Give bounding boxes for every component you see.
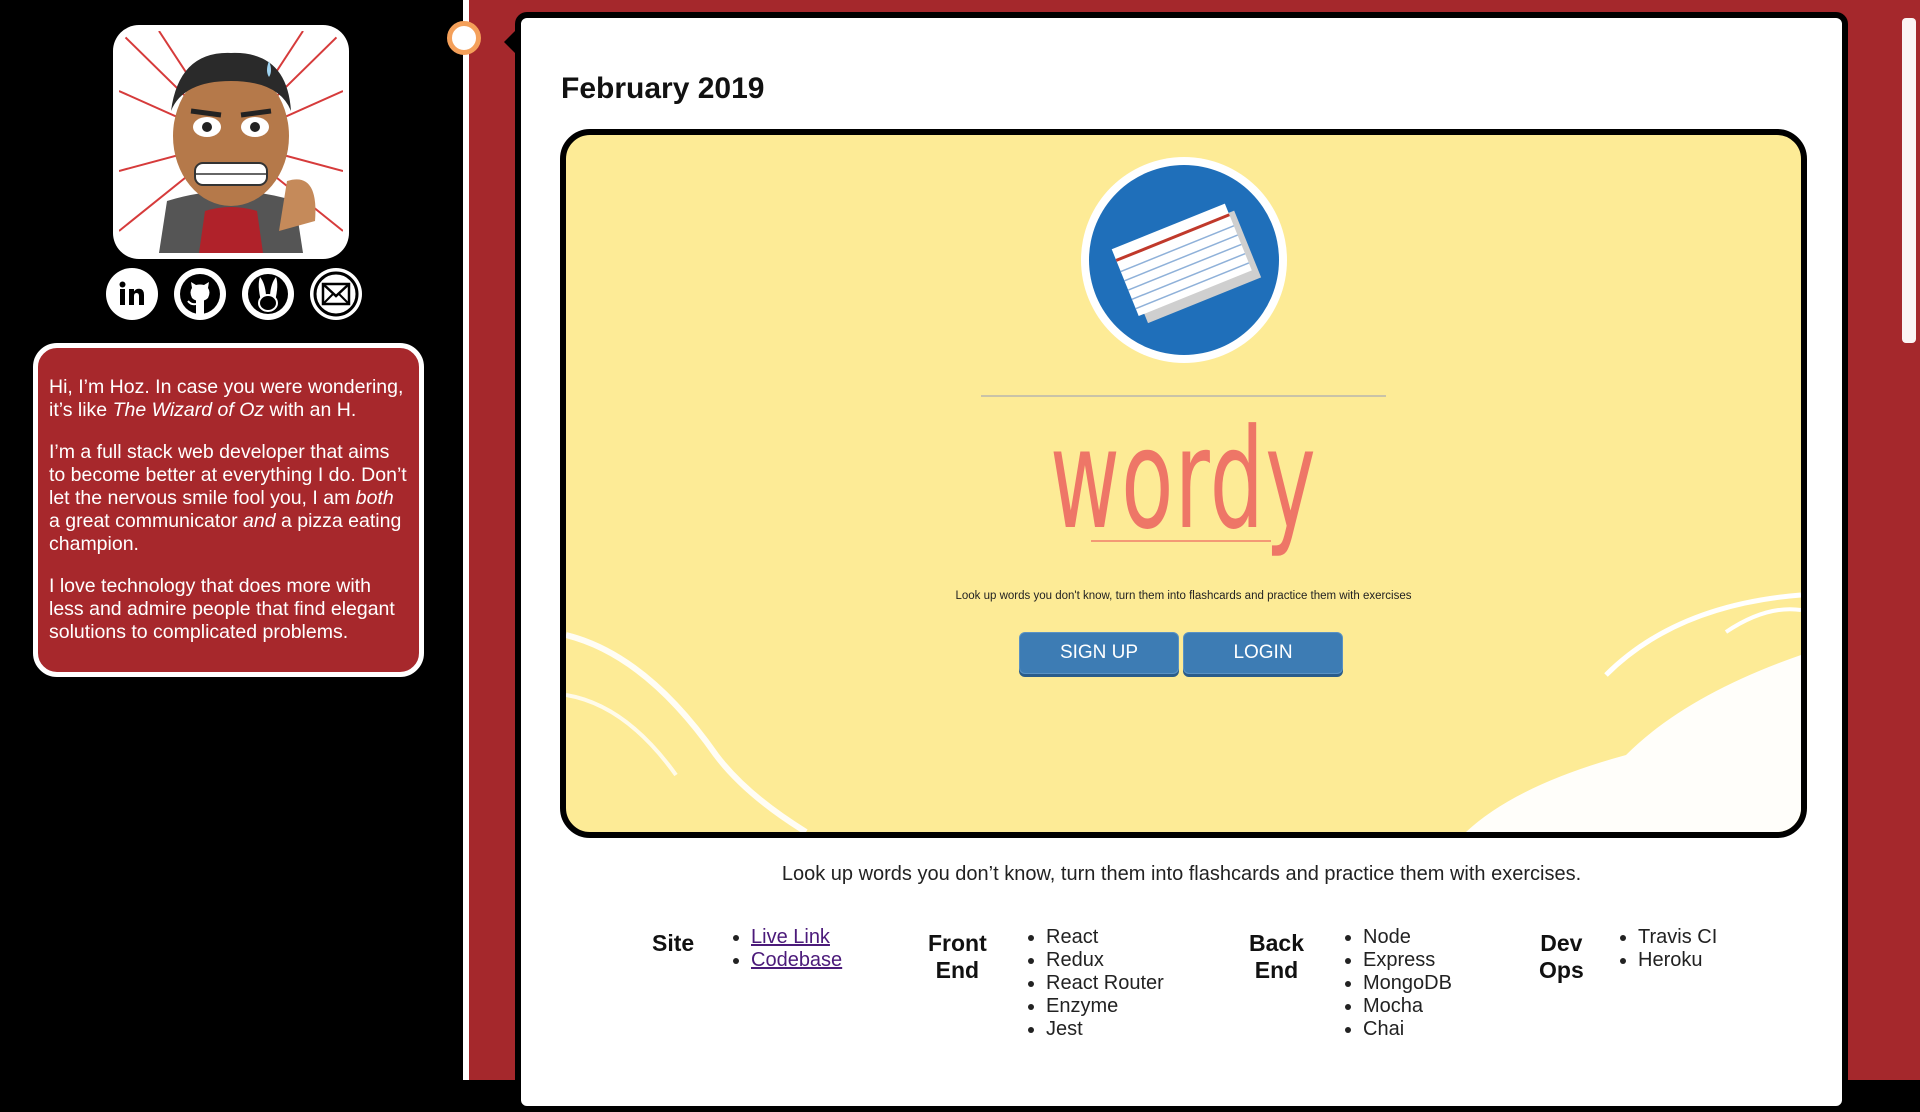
list-item: Heroku — [1638, 949, 1717, 972]
bio-emphasis: The Wizard of Oz — [112, 399, 265, 421]
project-description: Look up words you don’t know, turn them … — [781, 863, 1582, 885]
list-item: Node — [1363, 926, 1452, 949]
linkedin-icon — [119, 281, 144, 305]
project-date-title: February 2019 — [561, 72, 765, 105]
list-item: React Router — [1046, 972, 1164, 995]
site-heading: Site — [652, 930, 695, 956]
wordy-wordmark: wordy — [1049, 399, 1318, 560]
login-button[interactable]: LOGIN — [1183, 632, 1343, 674]
bunny-link[interactable] — [242, 268, 294, 320]
github-icon — [180, 274, 220, 314]
heading-line: End — [1254, 957, 1299, 983]
heading-line: Ops — [1539, 957, 1584, 983]
dev-ops-list: Travis CI Heroku — [1617, 926, 1717, 972]
scrollbar-thumb[interactable] — [1902, 18, 1916, 343]
bio-emphasis: and — [243, 510, 276, 532]
list-item: Live Link — [751, 926, 842, 949]
heading-line: Front — [928, 930, 987, 956]
linkedin-link[interactable] — [106, 268, 158, 320]
timeline-line — [463, 0, 469, 1080]
wordy-logo — [1081, 157, 1287, 363]
project-card: February 2019 wordy Look up words you do… — [515, 12, 1848, 1112]
list-item: Mocha — [1363, 995, 1452, 1018]
site-list: Live Link Codebase — [730, 926, 842, 972]
email-link[interactable] — [310, 268, 362, 320]
wordmark-underline — [1091, 540, 1271, 542]
mail-icon — [313, 271, 359, 317]
bio-paragraph-3: I love technology that does more with le… — [49, 575, 395, 643]
list-item: Travis CI — [1638, 926, 1717, 949]
list-item: Enzyme — [1046, 995, 1164, 1018]
github-link[interactable] — [174, 268, 226, 320]
heading-line: End — [935, 957, 980, 983]
live-link[interactable]: Live Link — [751, 926, 830, 948]
list-item: Express — [1363, 949, 1452, 972]
front-end-heading: Front End — [928, 930, 987, 984]
bio-paragraph-2: I’m a full stack web developer that aims… — [49, 441, 408, 556]
flashcard-icon — [1089, 165, 1279, 355]
heading-line: Back — [1249, 930, 1304, 956]
back-end-heading: Back End — [1249, 930, 1304, 984]
heading-line: Dev — [1540, 930, 1583, 956]
bio-emphasis: both — [355, 487, 394, 509]
list-item: MongoDB — [1363, 972, 1452, 995]
list-item: Chai — [1363, 1018, 1452, 1041]
list-item: React — [1046, 926, 1164, 949]
bio-paragraph-1: Hi, I’m Hoz. In case you were wondering,… — [49, 376, 408, 422]
list-item: Jest — [1046, 1018, 1164, 1041]
bio-text: a great communicator — [49, 510, 244, 532]
dev-ops-heading: Dev Ops — [1539, 930, 1584, 984]
bio-text: with an H. — [264, 399, 357, 421]
codebase-link[interactable]: Codebase — [751, 949, 842, 971]
bio-text: I’m a full stack web developer that aims… — [49, 441, 407, 509]
signup-button[interactable]: SIGN UP — [1019, 632, 1179, 674]
front-end-list: React Redux React Router Enzyme Jest — [1025, 926, 1164, 1041]
avatar-illustration — [119, 31, 343, 253]
sidebar: Hi, I’m Hoz. In case you were wondering,… — [0, 0, 463, 1080]
back-end-list: Node Express MongoDB Mocha Chai — [1342, 926, 1452, 1041]
bio-box: Hi, I’m Hoz. In case you were wondering,… — [33, 343, 424, 677]
bunny-icon — [248, 274, 288, 314]
project-screenshot[interactable]: wordy Look up words you don't know, turn… — [560, 129, 1807, 838]
preview-tagline: Look up words you don't know, turn them … — [955, 590, 1412, 602]
list-item: Redux — [1046, 949, 1164, 972]
avatar — [113, 25, 349, 259]
list-item: Codebase — [751, 949, 842, 972]
divider — [981, 395, 1386, 397]
timeline-marker — [447, 21, 481, 55]
